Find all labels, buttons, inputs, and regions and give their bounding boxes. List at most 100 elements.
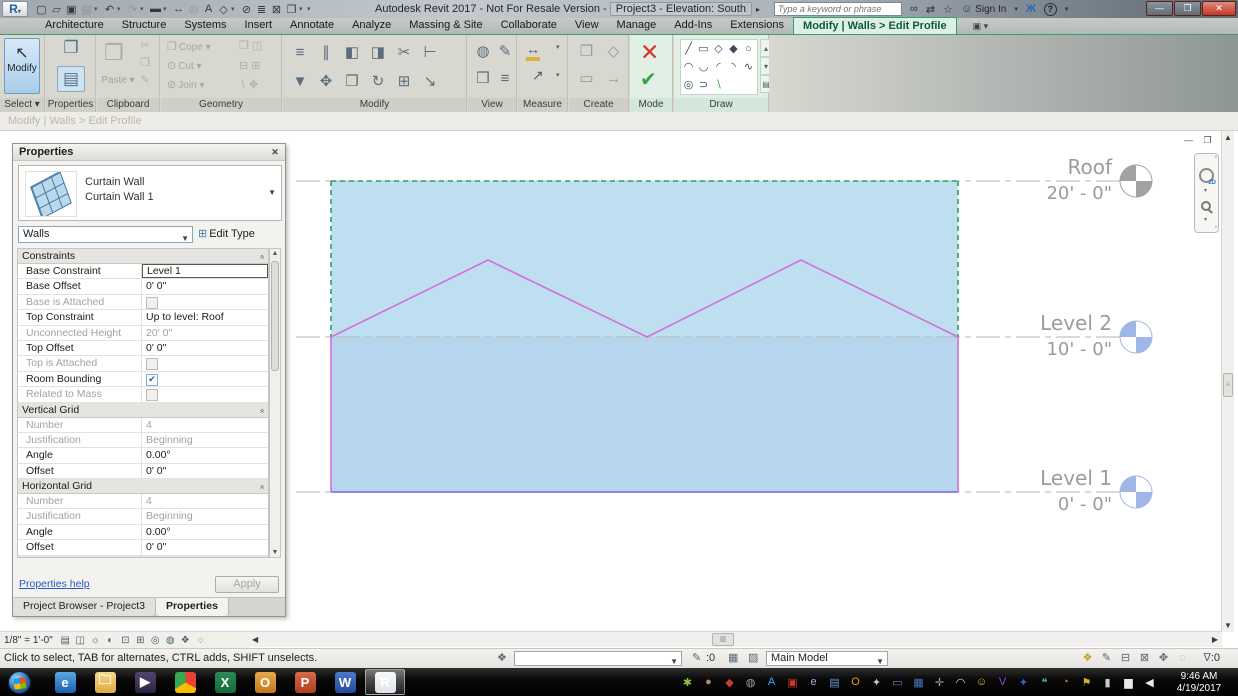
zoom-icon[interactable]	[1201, 201, 1211, 211]
background-process-icon[interactable]: ◌	[1173, 649, 1192, 668]
edit-type-button[interactable]: ⊞Edit Type	[198, 226, 282, 244]
property-row[interactable]: Justification Beginning	[18, 433, 268, 448]
property-row[interactable]: Justification Beginning	[18, 509, 268, 524]
paste-label[interactable]: Paste ▾	[101, 75, 135, 86]
measure-between-icon[interactable]: ↔	[526, 41, 540, 61]
crop-view-icon[interactable]: ⊡	[118, 635, 133, 646]
grid-scroll-up-icon[interactable]: ▲	[270, 250, 280, 257]
ribbon-tab[interactable]: Annotate	[281, 17, 343, 34]
tray-notes-icon[interactable]: ▤	[824, 676, 845, 689]
cancel-edit-mode-icon[interactable]: ✕	[640, 39, 659, 66]
start-end-radius-arc-icon[interactable]: ◠	[681, 58, 696, 76]
tray-volume-icon[interactable]: ◀	[1139, 676, 1160, 689]
default-3d-view-icon[interactable]: ◇	[216, 3, 231, 16]
level-name[interactable]: Level 2	[1008, 311, 1112, 335]
tag-icon[interactable]: ◎	[186, 3, 201, 16]
match-properties-icon[interactable]: ✎	[137, 73, 153, 90]
redo-icon[interactable]: ↷	[125, 3, 140, 16]
level-elevation[interactable]: 10' - 0"	[1008, 339, 1112, 360]
wall-joins-icon[interactable]: ❐ ◫	[239, 39, 262, 52]
tray-swirl-icon[interactable]: ◍	[740, 676, 761, 689]
scroll-up-icon[interactable]: ▲	[1222, 133, 1234, 142]
shadows-icon[interactable]: ◐	[103, 635, 118, 646]
scale-icon[interactable]: ↘	[417, 67, 443, 96]
property-value[interactable]	[142, 356, 268, 370]
array-icon[interactable]: ⊞	[391, 67, 417, 96]
property-section-header[interactable]: Constraints «	[18, 249, 268, 264]
property-value[interactable]: 0.00°	[142, 448, 268, 462]
property-value[interactable]: 4	[142, 418, 268, 432]
type-selector-caret-icon[interactable]: ▼	[268, 188, 276, 197]
scroll-right-icon[interactable]: ▶	[1212, 632, 1218, 647]
aligned-dimension-icon[interactable]: ↔	[171, 3, 186, 15]
property-value[interactable]: 20' 0"	[142, 326, 268, 340]
property-value[interactable]: 0' 0"	[142, 540, 268, 554]
tray-adobe-pdf-icon[interactable]: ▣	[782, 676, 803, 689]
application-menu-button[interactable]: R▾	[2, 1, 28, 17]
property-row[interactable]: Related to Mass	[18, 387, 268, 402]
grid-scroll-thumb[interactable]	[271, 261, 279, 371]
media-player-icon[interactable]: ▶	[125, 669, 165, 695]
switch-caret-icon[interactable]: ▾	[299, 5, 307, 13]
create-similar-icon[interactable]: ◇	[600, 38, 627, 65]
help-caret-icon[interactable]: ▾	[1065, 5, 1069, 13]
copy-icon[interactable]: ❐	[339, 67, 365, 96]
powerpoint-icon[interactable]: P	[285, 669, 325, 695]
editable-only-icon[interactable]: ✎	[1097, 649, 1116, 668]
level-head-icon[interactable]	[1119, 320, 1153, 354]
ribbon-tab[interactable]: Structure	[113, 17, 176, 34]
property-row[interactable]: Base Constraint Level 1	[18, 264, 268, 279]
measure-caret-icon[interactable]: ▾	[163, 5, 171, 13]
detail-level-icon[interactable]: ▤	[58, 635, 73, 646]
property-row[interactable]: Base is Attached	[18, 295, 268, 310]
tangent-arc-icon[interactable]: ◜	[711, 58, 726, 76]
property-section-header[interactable]: Horizontal Grid «	[18, 479, 268, 494]
partial-ellipse-icon[interactable]: ⊃	[696, 76, 711, 94]
modify-tool-button[interactable]: ↖ Modify	[4, 38, 40, 94]
property-row[interactable]: Top Offset 0' 0"	[18, 341, 268, 356]
property-row[interactable]: Angle 0.00°	[18, 525, 268, 540]
text-icon[interactable]: A	[201, 3, 216, 15]
level-elevation[interactable]: 20' - 0"	[1008, 183, 1112, 204]
level-head-icon[interactable]	[1119, 475, 1153, 509]
join-label[interactable]: Join ▾	[178, 80, 204, 91]
tray-snagit-icon[interactable]: ✱	[677, 676, 698, 689]
property-row[interactable]: Top Constraint Up to level: Roof	[18, 310, 268, 325]
search-input[interactable]	[774, 2, 902, 16]
level-name[interactable]: Level 1	[1008, 466, 1112, 490]
property-value[interactable]: Up to level: Roof	[142, 310, 268, 324]
tray-bluetooth-icon[interactable]: ✦	[1013, 676, 1034, 689]
property-row[interactable]: Offset 0' 0"	[18, 464, 268, 479]
properties-help-link[interactable]: Properties help	[19, 578, 90, 590]
temporary-hide-isolate-icon[interactable]: ◎	[148, 635, 163, 646]
reveal-hidden-elements-icon[interactable]: ◍	[163, 635, 178, 646]
rectangle-tool-icon[interactable]: ▭	[696, 40, 711, 58]
tray-autodesk-icon[interactable]: A	[761, 676, 782, 688]
manage-links-icon[interactable]: ▦	[728, 649, 738, 668]
dimension-icon[interactable]: ↗	[532, 67, 544, 84]
3d-caret-icon[interactable]: ▾	[231, 5, 239, 13]
undo-caret-icon[interactable]: ▾	[117, 5, 125, 13]
close-hidden-windows-icon[interactable]: ⊠	[269, 3, 284, 16]
grid-scroll-down-icon[interactable]: ▼	[270, 549, 280, 556]
tray-battery-icon[interactable]: ▮	[1097, 676, 1118, 689]
ribbon-tab[interactable]: Analyze	[343, 17, 400, 34]
search-icon[interactable]: ∞	[910, 3, 918, 15]
sign-in-button[interactable]: Sign In	[975, 4, 1006, 15]
tray-chat-icon[interactable]: ❝	[1034, 676, 1055, 689]
property-row[interactable]: Offset 0' 0"	[18, 540, 268, 555]
outlook-icon[interactable]: O	[245, 669, 285, 695]
ribbon-tab[interactable]: Modify | Walls > Edit Profile	[793, 17, 957, 34]
scroll-down-icon[interactable]: ▼	[1222, 621, 1234, 630]
new-file-icon[interactable]: ▢	[34, 3, 49, 16]
ribbon-tab[interactable]: Insert	[236, 17, 282, 34]
word-icon[interactable]: W	[325, 669, 365, 695]
open-file-icon[interactable]: ▱	[49, 3, 64, 16]
property-value[interactable]: 0' 0"	[142, 464, 268, 478]
help-icon[interactable]: ?	[1044, 3, 1057, 16]
a360-icon[interactable]: Ж	[1026, 3, 1036, 15]
section-collapse-icon[interactable]: «	[255, 408, 269, 412]
chrome-icon[interactable]	[165, 669, 205, 695]
steering-wheel-icon[interactable]	[1199, 168, 1214, 183]
inscribed-polygon-icon[interactable]: ◇	[711, 40, 726, 58]
